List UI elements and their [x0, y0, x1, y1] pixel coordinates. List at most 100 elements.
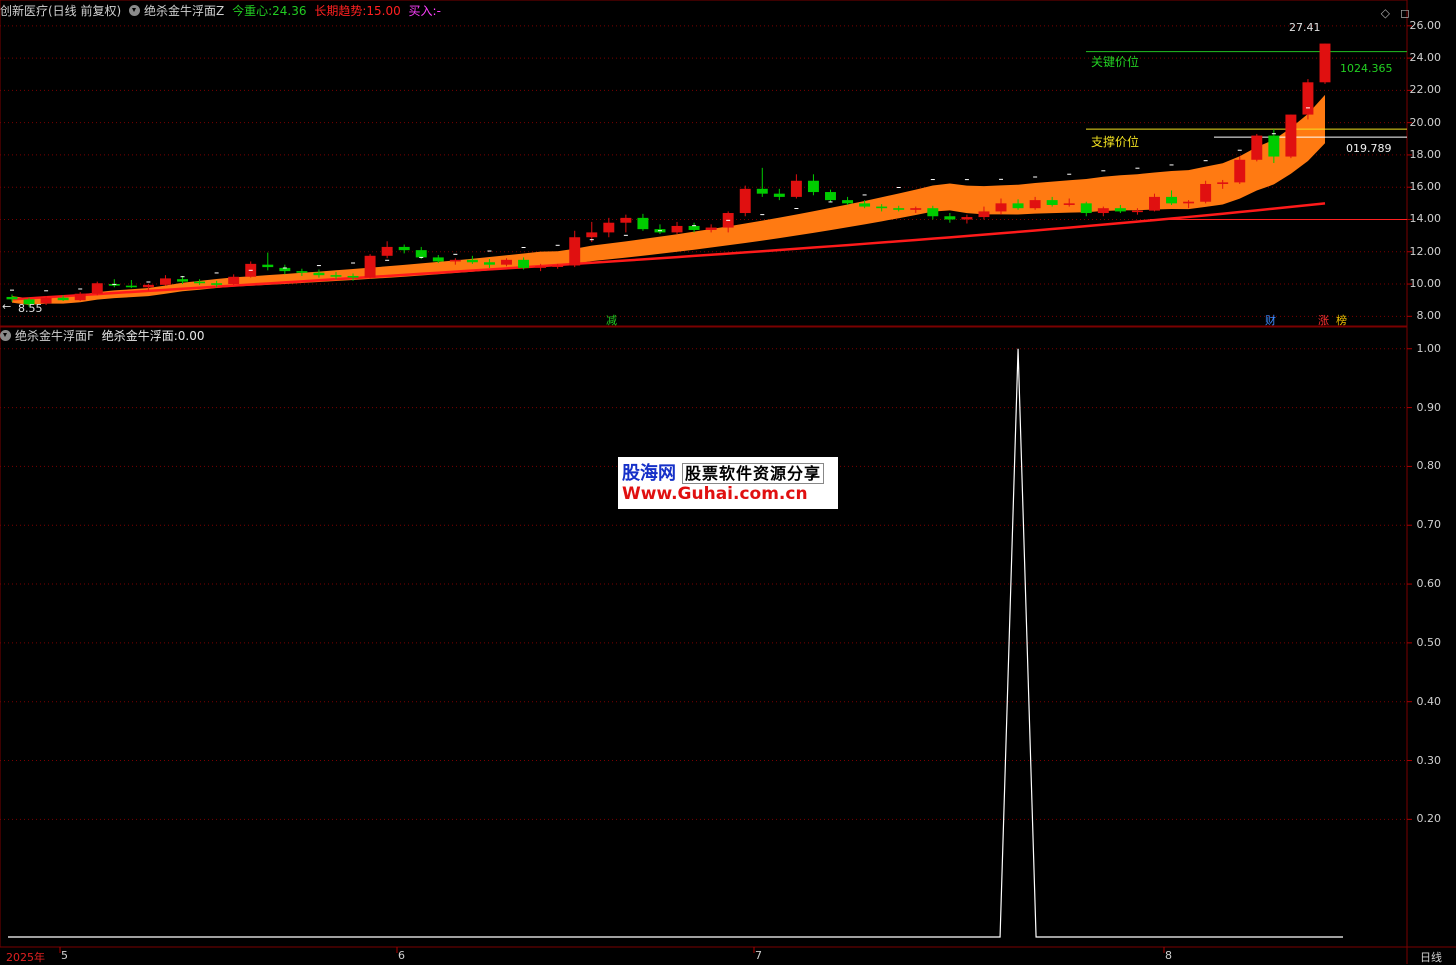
candle-body [1302, 82, 1314, 115]
candle-body [756, 188, 768, 194]
candle-body [228, 276, 240, 285]
watermark-brand: 股海网 [622, 463, 676, 484]
candle-body [74, 293, 86, 301]
gravity-band-area [12, 94, 1325, 306]
candle [279, 264, 291, 275]
candle-body [483, 262, 495, 265]
candle-body [211, 283, 223, 285]
candle-body [262, 264, 274, 268]
candle-body [995, 203, 1007, 212]
candle-body [466, 259, 478, 263]
candle-body [637, 217, 649, 230]
candle [637, 213, 649, 231]
candle [1234, 156, 1246, 184]
candle-body [6, 296, 18, 300]
indicator-name[interactable]: 绝杀金牛浮面Z [144, 4, 224, 18]
candle-body [1285, 114, 1297, 157]
candle-body [364, 255, 376, 278]
gravity-label: 今重心: [232, 4, 273, 18]
candle-body [518, 259, 530, 268]
period-label[interactable]: 日线 [1420, 949, 1442, 965]
sub-grid [0, 348, 1412, 820]
indicator-dropdown-icon[interactable] [129, 5, 141, 16]
candle-body [910, 208, 922, 210]
candle [159, 275, 171, 286]
candle [262, 252, 274, 271]
main-y-tick-label: 26.00 [1409, 18, 1442, 32]
candle-body [927, 208, 939, 217]
candle [586, 221, 598, 243]
candle-body [415, 250, 427, 258]
trend-label: 长期趋势: [314, 4, 367, 18]
candle-body [978, 211, 990, 218]
candle-body [569, 237, 581, 266]
candle-body [790, 180, 802, 197]
candle-body [91, 283, 103, 294]
candle [1080, 201, 1092, 217]
candle [961, 214, 973, 224]
x-axis-month-6: 6 [398, 949, 405, 962]
candle [790, 174, 802, 199]
watermark-logo: 股海网 股票软件资源分享 Www.Guhai.com.cn [618, 457, 838, 509]
watermark-tagline: 股票软件资源分享 [682, 463, 825, 484]
candle-body [773, 193, 785, 197]
candle-body [535, 266, 547, 268]
x-axis-month-7: 7 [755, 949, 762, 962]
main-y-tick-label: 16.00 [1409, 180, 1442, 194]
main-y-tick-label: 14.00 [1409, 212, 1442, 226]
candle-body [177, 279, 188, 282]
candle [74, 292, 86, 301]
candle-body [381, 246, 393, 256]
key-level-label: 关键价位 [1091, 55, 1140, 69]
candle-body [603, 222, 615, 233]
main-y-tick-label: 20.00 [1409, 115, 1442, 129]
buy-value: - [436, 4, 441, 18]
candle-body [1114, 208, 1126, 212]
gravity-value: 24.36 [272, 4, 307, 18]
candle [245, 261, 257, 278]
x-axis-ticks [59, 947, 1165, 953]
candle-body [1234, 159, 1246, 183]
main-y-tick-label: 10.00 [1409, 277, 1442, 291]
marker-cai[interactable]: 财 [1265, 312, 1276, 328]
diamond-icon[interactable]: ◇ [1381, 6, 1390, 20]
main-y-tick-label: 8.00 [1416, 309, 1442, 323]
x-axis-month-5: 5 [61, 949, 68, 962]
candle [739, 185, 751, 217]
x-axis-year: 2025年 [6, 951, 45, 964]
candle [1285, 114, 1297, 159]
sub-indicator-dropdown-icon[interactable] [0, 330, 11, 341]
restore-icon[interactable]: ◻ [1400, 6, 1410, 20]
candle-body [552, 265, 564, 267]
candle-body [296, 271, 308, 273]
support-level-value: 019.789 [1346, 142, 1392, 155]
sub-value-label: 绝杀金牛浮面: [101, 329, 178, 343]
candle-body [330, 275, 342, 277]
candle [671, 221, 683, 235]
candle-body [586, 232, 598, 238]
candle [825, 189, 836, 202]
stock-title[interactable]: 创新医疗(日线 前复权) [0, 4, 121, 18]
candle [381, 241, 393, 259]
marker-jian[interactable]: 减 [606, 312, 617, 328]
candle-body [1268, 135, 1280, 157]
gravity-band [12, 94, 1325, 306]
candle [654, 224, 666, 235]
candle [569, 230, 581, 268]
sub-y-tick-label: 0.30 [1416, 753, 1442, 767]
candle [1319, 43, 1331, 84]
candle-body [739, 188, 751, 214]
candle-body [671, 225, 683, 233]
candle-body [859, 203, 871, 207]
candle-body [1029, 200, 1041, 209]
sub-indicator-name[interactable]: 绝杀金牛浮面F [15, 329, 94, 343]
marker-bang[interactable]: 榜 [1336, 312, 1347, 328]
marker-zhang[interactable]: 涨 [1318, 312, 1329, 328]
sub-y-tick-label: 0.80 [1416, 459, 1442, 473]
window-controls: ◇ ◻ [1371, 6, 1410, 20]
candle-body [142, 284, 154, 288]
main-y-tick-label: 18.00 [1409, 147, 1442, 161]
candle [91, 281, 103, 296]
low-price-label: 8.55 [18, 302, 43, 315]
support-level-label: 支撑价位 [1091, 135, 1140, 149]
